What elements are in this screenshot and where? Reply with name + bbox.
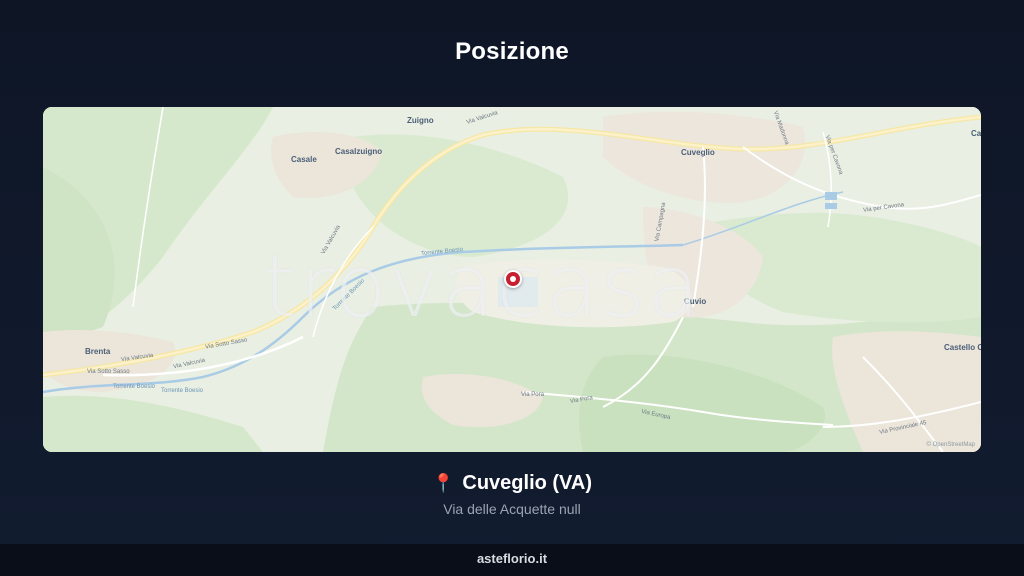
place-label: Casalzuigno	[335, 147, 383, 156]
address-label: Via delle Acquette null	[443, 501, 581, 517]
river-label: Torrente Boesio	[161, 388, 204, 394]
trovacasa-watermark: trovacasa	[263, 237, 702, 337]
river-label: Torrente Boesio	[113, 384, 156, 390]
place-label: Castello C	[944, 343, 981, 352]
road-label: Via Pora	[521, 392, 544, 398]
location-heading: 📍 Cuveglio (VA)	[0, 472, 1024, 495]
location-marker-icon[interactable]	[504, 270, 522, 288]
footer: asteflorio.it	[0, 544, 1024, 576]
map-pin-icon: 📍	[431, 473, 455, 493]
place-label: Brenta	[85, 347, 111, 356]
road-label: Via Sotto Sasso	[87, 369, 130, 375]
site-label: asteflorio.it	[476, 551, 548, 566]
city-label: Cuveglio (VA)	[462, 472, 593, 494]
place-label: Casale	[291, 155, 317, 164]
page-title: Posizione	[455, 38, 569, 65]
place-label: Zuigno	[407, 116, 434, 125]
location-map[interactable]: Zuigno Casale Casalzuigno Cuveglio Cuvio…	[43, 107, 981, 452]
map-attribution[interactable]: © OpenStreetMap	[927, 442, 975, 448]
place-label: Ca	[971, 129, 981, 138]
place-label: Cuveglio	[681, 148, 715, 157]
